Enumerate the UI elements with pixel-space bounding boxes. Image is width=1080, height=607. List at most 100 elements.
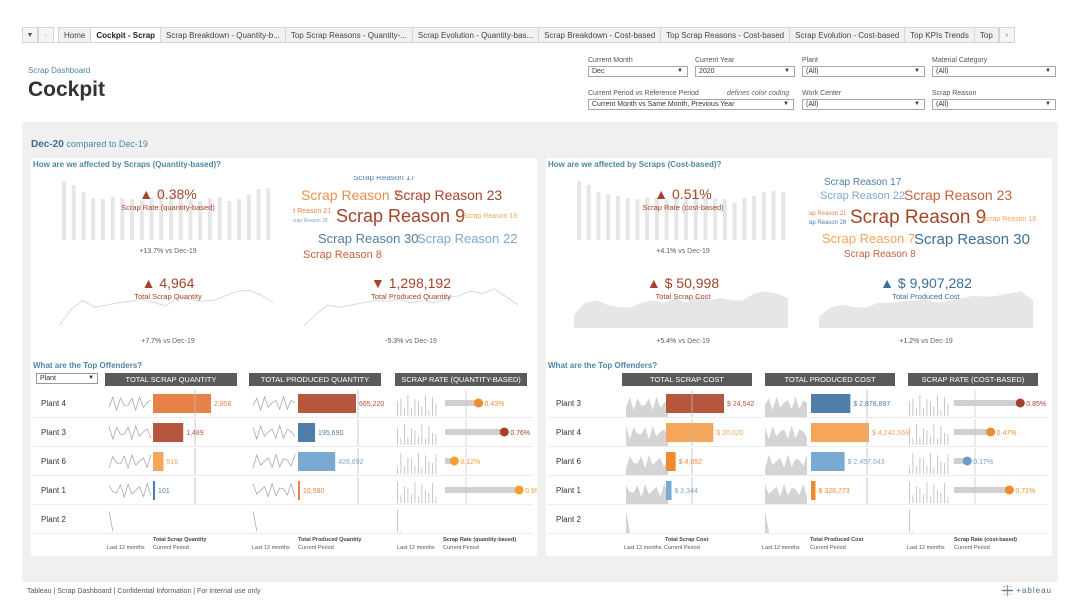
dimension-select[interactable]: Plant ▼ <box>36 373 98 384</box>
sparkbar <box>407 457 409 474</box>
column-header-total-scrap[interactable]: TOTAL SCRAP QUANTITY <box>105 373 237 386</box>
period-hint: defines color coding <box>726 90 790 97</box>
tab-scrap-breakdown-cost[interactable]: Scrap Breakdown - Cost-based <box>539 27 662 42</box>
column-header-total-produced[interactable]: TOTAL PRODUCED QUANTITY <box>249 373 381 386</box>
bar-value-label: $ 2,344 <box>675 488 698 495</box>
period-select[interactable]: Current Month vs Same Month, Previous Ye… <box>588 99 794 110</box>
word-cloud-term[interactable]: Scrap Reason 17 <box>353 176 415 182</box>
rate-value-label: 0.17% <box>973 459 993 466</box>
bar-value-label: 10,590 <box>303 488 325 495</box>
word-cloud-term[interactable]: Scrap Reason 28 <box>293 219 328 224</box>
sparkbar <box>919 394 921 416</box>
dropdown-caret-icon: ▼ <box>677 68 683 74</box>
tab-top-scrap-reasons-cost[interactable]: Top Scrap Reasons - Cost-based <box>661 27 791 42</box>
tab-top-truncated[interactable]: Top <box>974 27 999 42</box>
word-cloud-term[interactable]: Scrap Reason 22 <box>417 232 517 245</box>
kpi-label: Total Produced Cost <box>892 292 960 301</box>
bar-value-label: 195,690 <box>318 430 343 437</box>
word-cloud-term[interactable]: Scrap Reason 9 <box>336 207 465 225</box>
column-header-total-produced-cost[interactable]: TOTAL PRODUCED COST <box>765 373 895 386</box>
word-cloud-term[interactable]: Scrap Reason 30 <box>914 232 1030 247</box>
kpi-total-scrap-cost[interactable]: ▲ $ 50,998 Total Scrap Cost <box>618 275 748 301</box>
tab-top-scrap-reasons-quantity[interactable]: Top Scrap Reasons - Quantity-... <box>285 27 413 42</box>
column-header-scrap-rate[interactable]: SCRAP RATE (QUANTITY-BASED) <box>395 373 527 386</box>
tab-scrap-evolution-quantity[interactable]: Scrap Evolution - Quantity-bas... <box>412 27 540 42</box>
sparkbar <box>428 492 430 503</box>
tab-top-kpis-trends[interactable]: Top KPIs Trends <box>905 27 975 42</box>
trend-bar <box>752 195 757 240</box>
kpi-total-scrap-quantity[interactable]: ▲ 4,964 Total Scrap Quantity <box>103 275 233 301</box>
tabs-next-chevron-icon[interactable]: › <box>998 27 1015 42</box>
filter-work-center: Work Center (All) ▼ <box>802 89 925 110</box>
word-cloud-term[interactable]: Scrap Reason 18 <box>463 213 517 220</box>
sparkbar <box>947 404 949 416</box>
tab-scrap-breakdown-quantity[interactable]: Scrap Breakdown - Quantity-b... <box>161 27 286 42</box>
sparkbar <box>944 396 945 416</box>
word-cloud-term[interactable]: Scrap Reason 22 <box>820 191 905 202</box>
sparkline-area <box>765 425 807 446</box>
sparkline-area <box>765 454 807 475</box>
dashboard-header: Scrap Dashboard Cockpit Current Month De… <box>22 50 1058 120</box>
sparkbar <box>425 438 426 445</box>
delta-ref: vs Dec-19 <box>163 338 195 345</box>
sparkline-area <box>626 483 668 504</box>
plant-select[interactable]: (All) ▼ <box>802 66 925 77</box>
tab-home[interactable]: Home <box>58 27 92 42</box>
kpi-scrap-rate-cost[interactable]: ▲ 0.51% Scrap Rate (cost-based) <box>618 186 748 212</box>
tabs-menu-caret-icon[interactable]: ▼ <box>22 27 38 42</box>
word-cloud-term[interactable]: Scrap Reason 28 <box>808 220 846 226</box>
sparkbar <box>919 487 921 503</box>
dropdown-caret-icon: ▼ <box>88 375 94 381</box>
kpi-total-produced-quantity[interactable]: ▼ 1,298,192 Total Produced Quantity <box>346 275 476 301</box>
sparkbar <box>933 406 935 416</box>
sparkline <box>108 453 152 470</box>
word-cloud-term[interactable]: Scrap Reason 21 <box>808 211 846 217</box>
breadcrumb[interactable]: Scrap Dashboard <box>28 66 90 75</box>
scrap-reason-select[interactable]: (All) ▼ <box>932 99 1056 110</box>
word-cloud-term[interactable]: Scrap Reason 17 <box>824 178 901 188</box>
axis-label-sparkline: Last 12 months <box>252 545 290 551</box>
word-cloud-term[interactable]: Scrap Reason 30 <box>318 232 418 245</box>
bar-total-produced <box>811 423 869 442</box>
rate-dot <box>962 456 972 466</box>
sparkbar <box>404 423 405 445</box>
rate-value-label: 0.85% <box>1026 401 1046 408</box>
current-year-select[interactable]: 2020 ▼ <box>695 66 795 77</box>
sparkbar <box>397 427 398 445</box>
word-cloud-term[interactable]: Scrap Reason 7 <box>822 232 915 245</box>
trend-bar <box>81 192 86 240</box>
sparkbar <box>919 437 921 445</box>
kpi-total-produced-cost[interactable]: ▲ $ 9,907,282 Total Produced Cost <box>861 275 991 301</box>
work-center-select[interactable]: (All) ▼ <box>802 99 925 110</box>
kpi-scrap-rate-quantity[interactable]: ▲ 0.38% Scrap Rate (quantity-based) <box>103 186 233 212</box>
tableau-logo[interactable]: +ableau <box>1002 585 1052 596</box>
tab-scrap-evolution-cost[interactable]: Scrap Evolution - Cost-based <box>790 27 906 42</box>
word-cloud-term[interactable]: Scrap Reason 7 <box>301 188 401 202</box>
word-cloud-term[interactable]: Scrap Reason 8 <box>844 250 916 260</box>
tab-cockpit-scrap[interactable]: Cockpit - Scrap <box>91 27 162 42</box>
current-month-select[interactable]: Dec ▼ <box>588 66 688 77</box>
sparkbar <box>940 426 942 445</box>
sparkbar <box>397 509 398 532</box>
filter-scrap-reason: Scrap Reason (All) ▼ <box>932 89 1056 110</box>
sparkbar <box>425 395 426 416</box>
rate-value-label: 0.95% <box>525 488 537 495</box>
word-cloud-term[interactable]: Scrap Reason 23 <box>394 188 502 202</box>
word-cloud-term[interactable]: Scrap Reason 9 <box>850 208 986 227</box>
word-cloud-term[interactable]: Scrap Reason 8 <box>303 250 382 261</box>
word-cloud-term[interactable]: Scrap Reason 18 <box>982 216 1036 223</box>
word-cloud-term[interactable]: Scrap Reason 23 <box>904 188 1012 202</box>
tabs-prev-chevron-icon[interactable]: ‹ <box>38 27 54 42</box>
filter-period: Current Period vs Reference Period define… <box>588 89 794 110</box>
kpi-label: Scrap Rate (quantity-based) <box>121 203 215 212</box>
word-cloud-term[interactable]: Scrap Reason 21 <box>293 208 331 215</box>
column-header-total-scrap-cost[interactable]: TOTAL SCRAP COST <box>622 373 752 386</box>
sparkbar <box>425 490 426 503</box>
dropdown-caret-icon: ▼ <box>783 101 789 107</box>
material-category-select[interactable]: (All) ▼ <box>932 66 1056 77</box>
current-period: Dec-20 <box>31 139 64 150</box>
row-marks: 1,489 195,690 0.76% <box>108 419 530 446</box>
column-header-scrap-rate-cost[interactable]: SCRAP RATE (COST-BASED) <box>908 373 1038 386</box>
sparkline-area <box>626 426 668 446</box>
axis-label-measure: Scrap Rate (quantity-based) <box>443 537 517 543</box>
